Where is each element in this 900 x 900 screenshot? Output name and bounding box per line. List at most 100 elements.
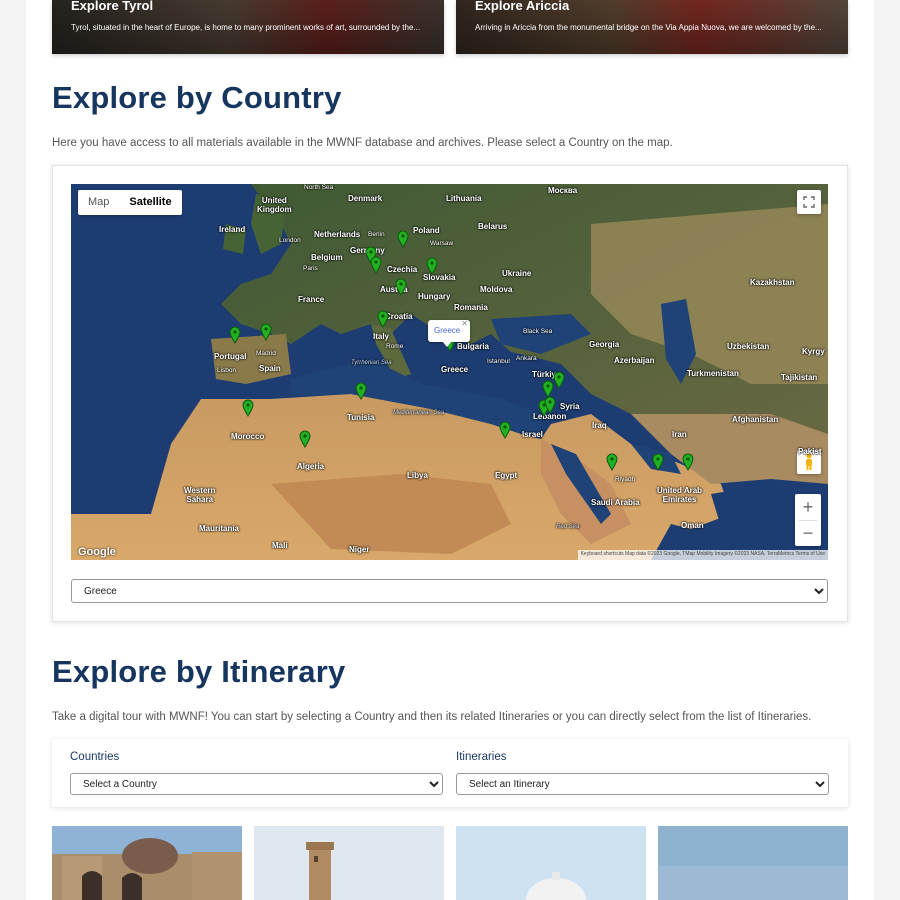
map-marker-icon[interactable] <box>377 310 389 328</box>
map-label: Italy <box>373 332 390 341</box>
map-marker-icon[interactable] <box>370 256 382 274</box>
map-label: Azerbaijan <box>614 356 655 365</box>
map-label: Croatia <box>385 312 413 321</box>
map-label: Warsaw <box>430 240 454 247</box>
map-label: Romania <box>454 303 488 312</box>
infowindow-text[interactable]: Greece <box>434 326 460 335</box>
map-label: Tyrrhenian Sea <box>351 360 392 366</box>
itinerary-thumbnail[interactable] <box>456 826 646 900</box>
map-label: Hungary <box>418 292 451 301</box>
map-label: Red Sea <box>556 524 580 530</box>
map-marker-icon[interactable] <box>395 278 407 296</box>
country-select[interactable]: Greece <box>71 579 828 603</box>
explore-card-title: Explore Tyrol <box>71 0 154 13</box>
explore-card-tyrol[interactable]: Explore Tyrol Tyrol, situated in the hea… <box>52 0 444 54</box>
explore-card-ariccia[interactable]: Explore Ariccia Arriving in Ariccia from… <box>456 0 848 54</box>
map-label: Ireland <box>219 225 246 234</box>
map-label: France <box>298 295 325 304</box>
map-label: Ukraine <box>502 269 532 278</box>
itinerary-section-title: Explore by Itinerary <box>52 654 346 689</box>
map-marker-icon[interactable] <box>242 399 254 417</box>
zoom-control: + − <box>795 494 821 546</box>
countries-label: Countries <box>70 751 120 763</box>
map-label: Tajikistan <box>781 373 818 382</box>
map-label: Egypt <box>495 471 518 480</box>
map-label: Syria <box>560 402 580 411</box>
map-type-satellite-button[interactable]: Satellite <box>119 190 181 215</box>
map-marker-icon[interactable] <box>682 453 694 471</box>
map-label: Iran <box>672 430 687 439</box>
map-marker-icon[interactable] <box>229 326 241 344</box>
map-marker-icon[interactable] <box>553 371 565 389</box>
map-label: Georgia <box>589 340 620 349</box>
map-label: Istanbul <box>487 358 510 365</box>
map-label: London <box>279 237 301 244</box>
map-label: Morocco <box>231 432 265 441</box>
zoom-out-button[interactable]: − <box>803 521 814 546</box>
fullscreen-icon[interactable] <box>797 190 821 214</box>
map-label: Afghanistan <box>732 415 779 424</box>
map-label: Western Sahara <box>184 486 216 504</box>
map-marker-icon[interactable] <box>397 230 409 248</box>
country-map[interactable]: Map Satellite + − North Sea Denmark Lith… <box>71 184 828 560</box>
explore-card-desc: Tyrol, situated in the heart of Europe, … <box>71 23 421 32</box>
map-label: Mediterranean Sea <box>393 410 445 416</box>
map-label: Tunisia <box>347 413 375 422</box>
map-label: North Sea <box>304 184 334 191</box>
map-label: Portugal <box>214 352 247 361</box>
itinerary-thumbnail[interactable] <box>658 826 848 900</box>
map-marker-icon[interactable] <box>426 257 438 275</box>
map-marker-icon[interactable] <box>606 453 618 471</box>
map-label: Pakist <box>798 447 822 456</box>
itineraries-label: Itineraries <box>456 751 507 763</box>
map-label: Moldova <box>480 285 513 294</box>
map-label: United Arab Emirates <box>657 486 703 504</box>
itinerary-section-intro: Take a digital tour with MWNF! You can s… <box>52 711 812 723</box>
map-label: Denmark <box>348 194 383 203</box>
map-label: Saudi Arabia <box>591 498 640 507</box>
map-label: Belarus <box>478 222 508 231</box>
map-label: Bulgaria <box>457 342 490 351</box>
map-label: Czechia <box>387 265 418 274</box>
explore-card-title: Explore Ariccia <box>475 0 570 13</box>
map-marker-icon[interactable] <box>260 323 272 341</box>
map-label: Oman <box>681 521 704 530</box>
map-label: United Kingdom <box>257 196 292 214</box>
map-type-map-button[interactable]: Map <box>78 190 119 215</box>
map-label: Paris <box>303 265 318 272</box>
map-label: Berlin <box>368 231 385 238</box>
map-label: Kyrgy <box>802 347 825 356</box>
map-label: Москва <box>548 186 578 195</box>
map-label: Niger <box>349 545 370 554</box>
map-marker-icon[interactable] <box>499 421 511 439</box>
map-label: Rome <box>386 343 404 350</box>
itinerary-filter-panel: Countries Select a Country Itineraries S… <box>52 739 848 807</box>
map-label: Black Sea <box>523 328 553 335</box>
map-label: Lithuania <box>446 194 482 203</box>
map-marker-icon[interactable] <box>355 382 367 400</box>
map-label: Riyadh <box>615 476 636 483</box>
itinerary-thumbnail[interactable] <box>254 826 444 900</box>
infowindow-close-icon[interactable]: ✕ <box>461 319 468 328</box>
google-logo: Google <box>78 546 116 558</box>
map-attribution[interactable]: Keyboard shortcuts Map data ©2023 Google… <box>577 550 828 560</box>
map-label: Algeria <box>297 462 325 471</box>
map-label: Ankara <box>516 355 537 362</box>
map-label: Lisbon <box>217 367 237 374</box>
map-label: Netherlands <box>314 230 361 239</box>
map-marker-icon[interactable] <box>652 453 664 471</box>
map-label: Poland <box>413 226 440 235</box>
map-marker-icon[interactable] <box>544 396 556 414</box>
countries-select[interactable]: Select a Country <box>70 773 443 795</box>
itineraries-select[interactable]: Select an Itinerary <box>456 773 829 795</box>
map-label: Turkmenistan <box>687 369 739 378</box>
itinerary-thumbnail[interactable] <box>52 826 242 900</box>
map-label: Belgium <box>311 253 343 262</box>
map-label: Mali <box>272 541 288 550</box>
zoom-in-button[interactable]: + <box>803 494 814 520</box>
map-infowindow: Greece ✕ <box>428 319 470 347</box>
map-label: Libya <box>407 471 428 480</box>
map-marker-icon[interactable] <box>299 430 311 448</box>
map-type-toggle: Map Satellite <box>78 190 182 215</box>
map-label: Spain <box>259 364 281 373</box>
